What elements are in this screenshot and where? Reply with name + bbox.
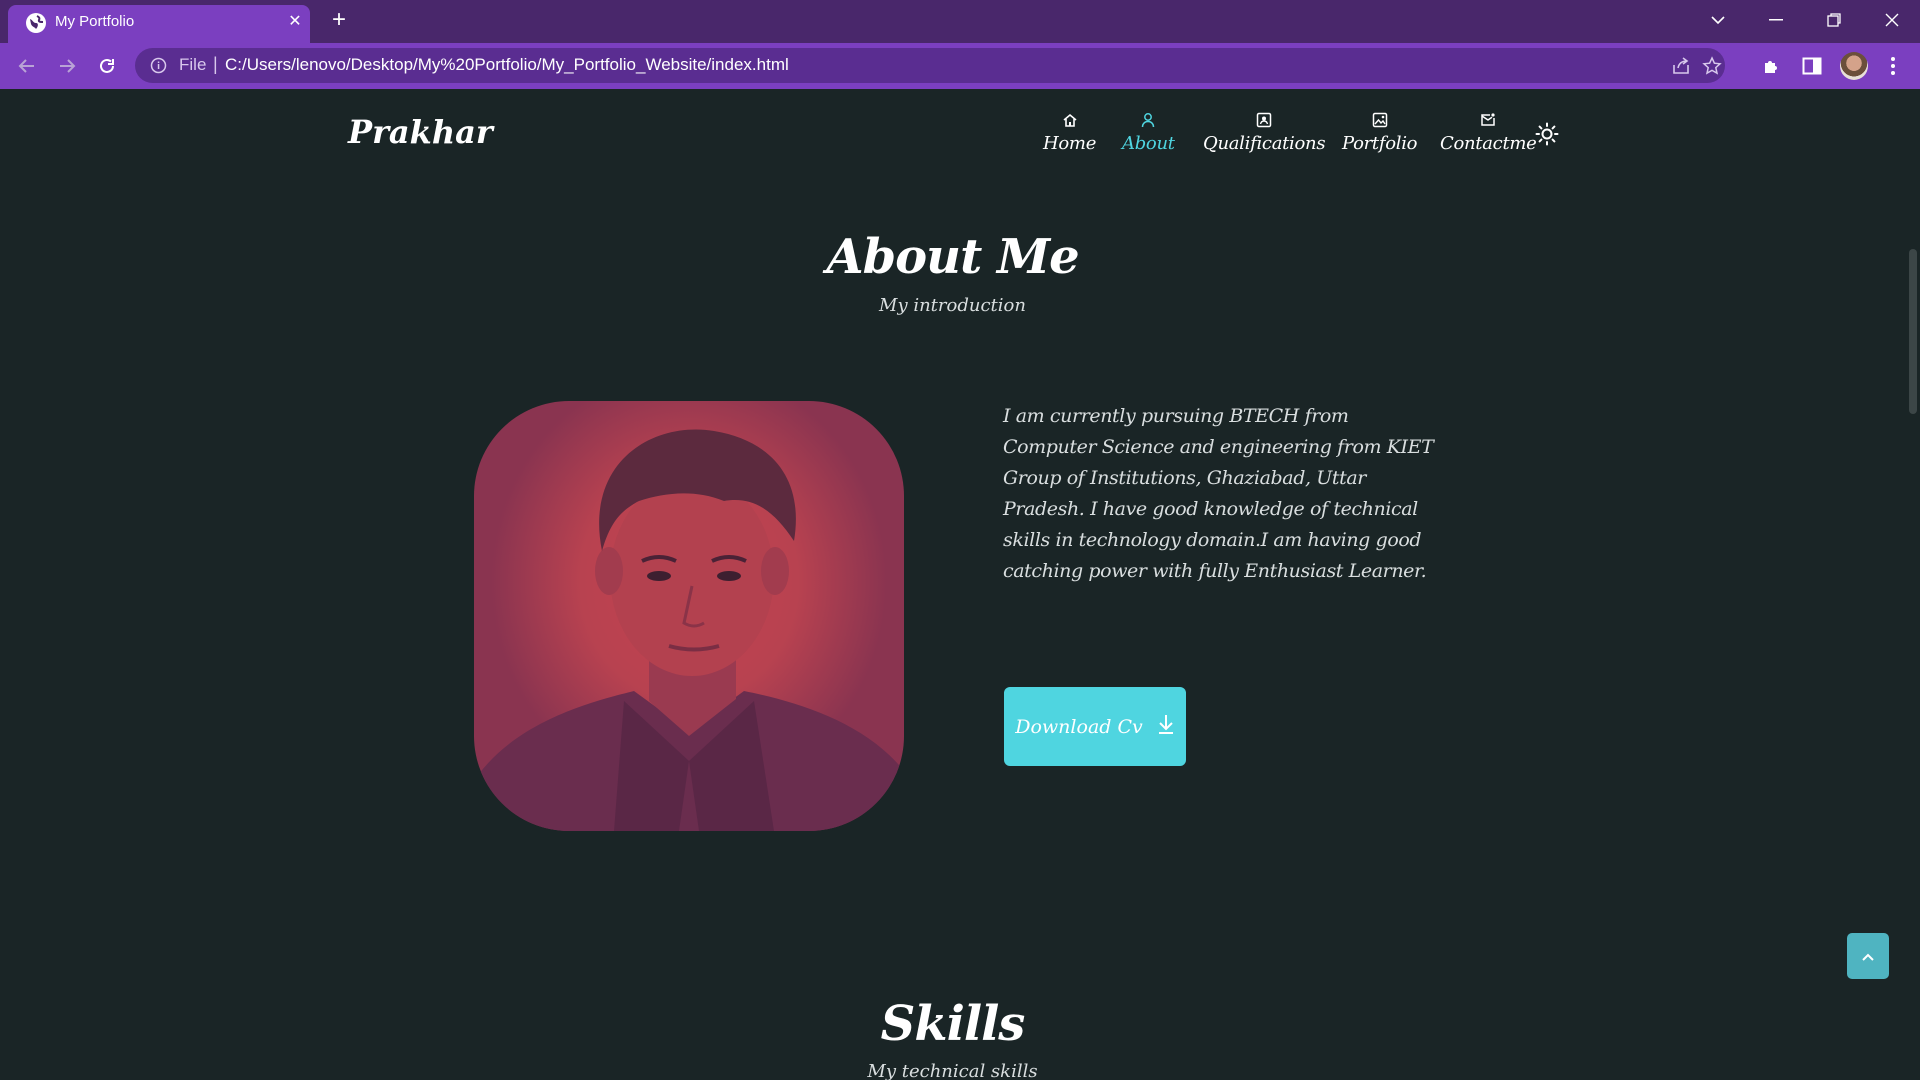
browser-toolbar: File | C:/Users/lenovo/Desktop/My%20Port…: [0, 43, 1920, 89]
nav-about-label: About: [1122, 133, 1175, 154]
file-scheme-label: File: [179, 55, 207, 74]
globe-icon: [26, 13, 46, 33]
nav-contactme-label: Contactme: [1440, 133, 1537, 154]
nav-home-label: Home: [1043, 133, 1097, 154]
mail-icon: [1479, 111, 1497, 129]
url-text[interactable]: C:/Users/lenovo/Desktop/My%20Portfolio/M…: [225, 55, 789, 75]
info-icon[interactable]: [150, 57, 167, 74]
new-tab-button[interactable]: +: [325, 6, 353, 34]
restore-icon[interactable]: [1806, 0, 1862, 40]
user-icon: [1139, 111, 1157, 129]
tab-close-icon[interactable]: ✕: [284, 11, 306, 33]
profile-avatar[interactable]: [1840, 52, 1868, 80]
bookmark-star-icon[interactable]: [1701, 55, 1723, 77]
page-viewport: Prakhar Home About Qualifications Portfo…: [0, 89, 1905, 1080]
browser-tab[interactable]: My Portfolio ✕: [8, 5, 310, 43]
nav-qualifications[interactable]: Qualifications: [1203, 111, 1326, 154]
home-icon: [1061, 111, 1079, 129]
minimize-icon[interactable]: [1748, 0, 1804, 40]
address-separator: |: [213, 54, 218, 74]
about-subtitle: My introduction: [879, 295, 1026, 316]
tab-search-icon[interactable]: [1690, 0, 1746, 40]
nav-qualifications-label: Qualifications: [1203, 133, 1326, 154]
download-cv-label: Download Cv: [1015, 715, 1143, 738]
scroll-top-button[interactable]: [1847, 933, 1889, 979]
nav-portfolio-label: Portfolio: [1342, 133, 1418, 154]
about-title: About Me: [826, 229, 1079, 285]
profile-photo: [474, 401, 904, 831]
reload-icon[interactable]: [92, 51, 122, 81]
side-panel-icon[interactable]: [1800, 54, 1824, 78]
skills-subtitle: My technical skills: [867, 1061, 1038, 1080]
site-logo[interactable]: Prakhar: [348, 113, 493, 151]
sun-icon[interactable]: [1535, 122, 1559, 146]
tab-title: My Portfolio: [55, 13, 135, 30]
image-icon: [1371, 111, 1389, 129]
back-icon[interactable]: [12, 51, 42, 81]
extensions-icon[interactable]: [1760, 54, 1784, 78]
nav-home[interactable]: Home: [1043, 111, 1096, 154]
nav-portfolio[interactable]: Portfolio: [1342, 111, 1418, 154]
chevron-up-icon: [1861, 947, 1875, 966]
download-cv-button[interactable]: Download Cv: [1004, 687, 1186, 766]
nav-about[interactable]: About: [1122, 111, 1175, 154]
menu-dots-icon[interactable]: [1881, 54, 1905, 78]
address-bar[interactable]: File | C:/Users/lenovo/Desktop/My%20Port…: [135, 48, 1725, 83]
skills-title: Skills: [880, 996, 1026, 1052]
id-card-icon: [1255, 111, 1273, 129]
browser-tab-strip: My Portfolio ✕ +: [0, 0, 1920, 43]
download-icon: [1157, 713, 1175, 740]
about-description: I am currently pursuing BTECH from Compu…: [1003, 405, 1434, 582]
page-scrollbar[interactable]: [1905, 89, 1920, 1080]
forward-icon[interactable]: [52, 51, 82, 81]
scrollbar-thumb[interactable]: [1909, 249, 1917, 414]
share-icon[interactable]: [1670, 55, 1692, 77]
nav-contactme[interactable]: Contactme: [1440, 111, 1537, 154]
close-window-icon[interactable]: [1864, 0, 1920, 40]
